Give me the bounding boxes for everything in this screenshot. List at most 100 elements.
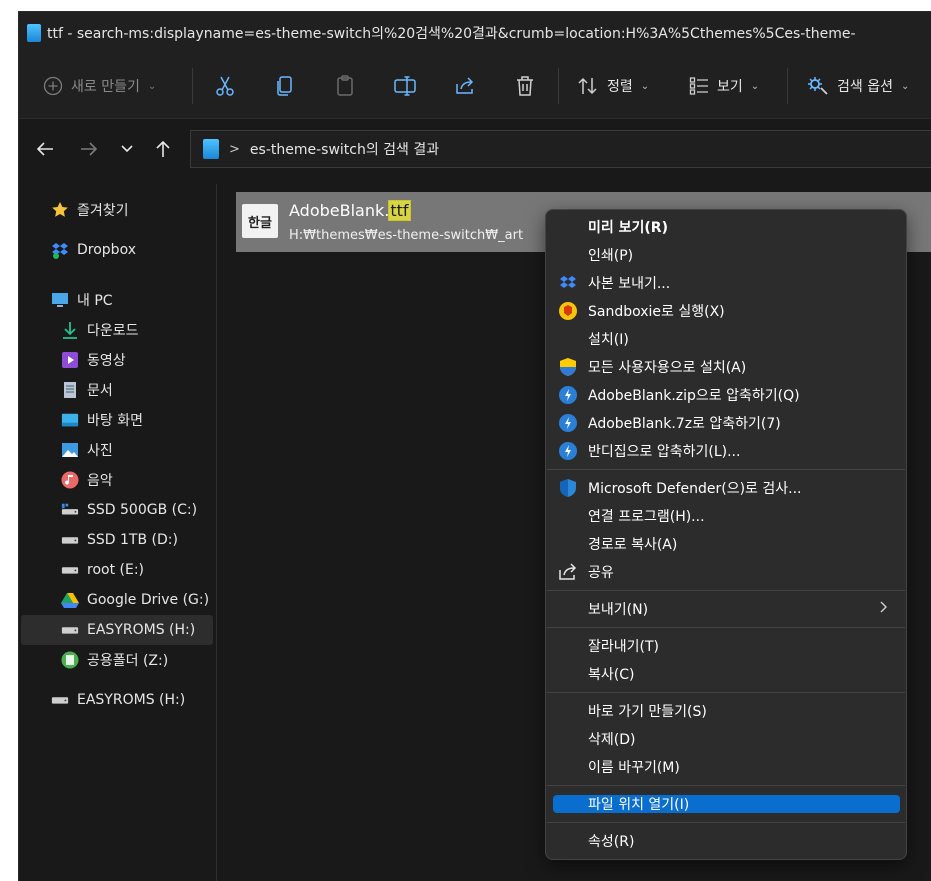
sort-label: 정렬 [607,79,633,95]
menu-item-cut[interactable]: 잘라내기(T) [552,632,900,660]
menu-item-label: 공유 [588,565,614,581]
menu-item-defender-scan[interactable]: Microsoft Defender(으)로 검사... [552,474,900,502]
sidebar-item-label: 사진 [87,443,113,459]
menu-item-copy[interactable]: 복사(C) [552,660,900,688]
sidebar-item-label: root (E:) [87,562,145,578]
document-icon [61,381,79,399]
sidebar-item-downloads[interactable]: 다운로드 [21,315,213,345]
arrow-left-icon [36,142,53,156]
menu-item-label: 인쇄(P) [588,248,634,264]
cut-button[interactable] [210,54,240,118]
file-name-base: AdobeBlank. [289,201,390,220]
sidebar-item-drive-d[interactable]: SSD 1TB (D:) [21,525,213,555]
navigation-pane: 즐겨찾기 Dropbox 내 PC 다운로드 동영상 문서 바탕 화면 사진 음… [19,181,215,881]
sidebar-item-label: SSD 500GB (C:) [87,502,198,518]
sidebar-item-label: 다운로드 [87,323,139,339]
sidebar-item-music[interactable]: 음악 [21,465,213,495]
search-match-highlight: ttf [388,200,411,221]
menu-item-label: 잘라내기(T) [588,639,659,655]
menu-item-open-with[interactable]: 연결 프로그램(H)... [552,502,900,530]
sidebar-item-label: 문서 [87,383,113,399]
desktop-icon [61,411,79,429]
sidebar-item-pictures[interactable]: 사진 [21,435,213,465]
sidebar-item-favorites[interactable]: 즐겨찾기 [21,195,213,225]
new-button[interactable]: 새로 만들기 ⌄ [43,54,156,118]
recent-locations-button[interactable] [113,135,141,163]
toolbar-divider [558,68,559,104]
menu-item-print[interactable]: 인쇄(P) [552,241,900,269]
menu-item-dropbox-send-copy[interactable]: 사본 보내기... [552,269,900,297]
up-button[interactable] [149,135,177,163]
sidebar-item-easyroms[interactable]: EASYROMS (H:) [21,685,213,715]
menu-item-install-all-users[interactable]: 모든 사용자용으로 설치(A) [552,353,900,381]
menu-item-install[interactable]: 설치(I) [552,325,900,353]
pictures-icon [61,441,79,459]
chevron-down-icon: ⌄ [750,80,760,92]
sidebar-item-this-pc[interactable]: 내 PC [21,285,213,315]
address-bar[interactable]: > es-theme-switch의 검색 결과 [190,130,931,168]
menu-item-delete[interactable]: 삭제(D) [552,725,900,753]
search-options-button[interactable]: 검색 옵션 ⌄ [807,54,909,118]
sidebar-item-documents[interactable]: 문서 [21,375,213,405]
paste-icon [337,75,353,96]
menu-item-label: AdobeBlank.7z로 압축하기(7) [588,416,781,432]
system-drive-icon [61,501,79,519]
sidebar-item-label: 내 PC [77,293,113,309]
view-button[interactable]: 보기 ⌄ [689,54,759,118]
sidebar-item-label: 음악 [87,473,113,489]
sidebar-item-videos[interactable]: 동영상 [21,345,213,375]
menu-item-preview[interactable]: 미리 보기(R) [552,213,900,241]
share-icon [456,77,474,94]
sidebar-item-drive-h[interactable]: EASYROMS (H:) [21,615,213,645]
menu-item-7z-compress[interactable]: AdobeBlank.7z로 압축하기(7) [552,409,900,437]
delete-button[interactable] [510,54,540,118]
menu-item-send-to[interactable]: 보내기(N) [552,595,900,623]
breadcrumb-item[interactable]: es-theme-switch의 검색 결과 [250,139,439,159]
forward-button[interactable] [75,135,103,163]
sidebar-item-label: EASYROMS (H:) [87,622,196,638]
sidebar-item-label: 즐겨찾기 [77,203,129,219]
menu-item-rename[interactable]: 이름 바꾸기(M) [552,753,900,781]
trash-icon [517,76,533,96]
menu-item-bandizip-compress[interactable]: 반디집으로 압축하기(L)... [552,437,900,465]
menu-item-zip-compress[interactable]: AdobeBlank.zip으로 압축하기(Q) [552,381,900,409]
sidebar-item-drive-z[interactable]: 공용폴더 (Z:) [21,645,213,675]
breadcrumb-separator-icon[interactable]: > [229,142,240,157]
paste-button[interactable] [330,54,360,118]
toolbar-divider [192,68,193,104]
sort-icon [578,77,597,95]
menu-item-properties[interactable]: 속성(R) [552,827,900,855]
sidebar-item-drive-e[interactable]: root (E:) [21,555,213,585]
sidebar-item-desktop[interactable]: 바탕 화면 [21,405,213,435]
chevron-down-icon: ⌄ [900,80,910,92]
share-button[interactable] [450,54,480,118]
new-button-label: 새로 만들기 [71,79,140,95]
scissors-icon [216,76,234,96]
sidebar-item-drive-g[interactable]: Google Drive (G:) [21,585,213,615]
copy-button[interactable] [270,54,300,118]
menu-separator [547,627,905,628]
google-drive-icon [61,591,79,609]
sidebar-item-label: EASYROMS (H:) [77,692,186,708]
drive-icon [51,691,69,709]
menu-item-label: 모든 사용자용으로 설치(A) [588,360,747,376]
sort-button[interactable]: 정렬 ⌄ [577,54,649,118]
menu-item-create-shortcut[interactable]: 바로 가기 만들기(S) [552,697,900,725]
menu-separator [547,590,905,591]
back-button[interactable] [31,135,59,163]
sidebar-item-dropbox[interactable]: Dropbox [21,235,213,265]
sidebar-item-drive-c[interactable]: SSD 500GB (C:) [21,495,213,525]
sidebar-item-label: Dropbox [77,242,136,258]
title-bar[interactable]: ttf - search-ms:displayname=es-theme-swi… [19,12,931,54]
menu-item-sandboxie[interactable]: Sandboxie로 실행(X) [552,297,900,325]
toolbar-divider [787,68,788,104]
menu-item-label: 복사(C) [588,667,635,683]
menu-separator [547,822,905,823]
menu-item-share[interactable]: 공유 [552,558,900,586]
menu-item-copy-path[interactable]: 경로로 복사(A) [552,530,900,558]
menu-item-open-file-location[interactable]: 파일 위치 열기(I) [553,795,900,813]
search-options-label: 검색 옵션 [837,79,893,95]
rename-icon [394,76,416,96]
share-icon [558,562,578,582]
rename-button[interactable] [390,54,420,118]
